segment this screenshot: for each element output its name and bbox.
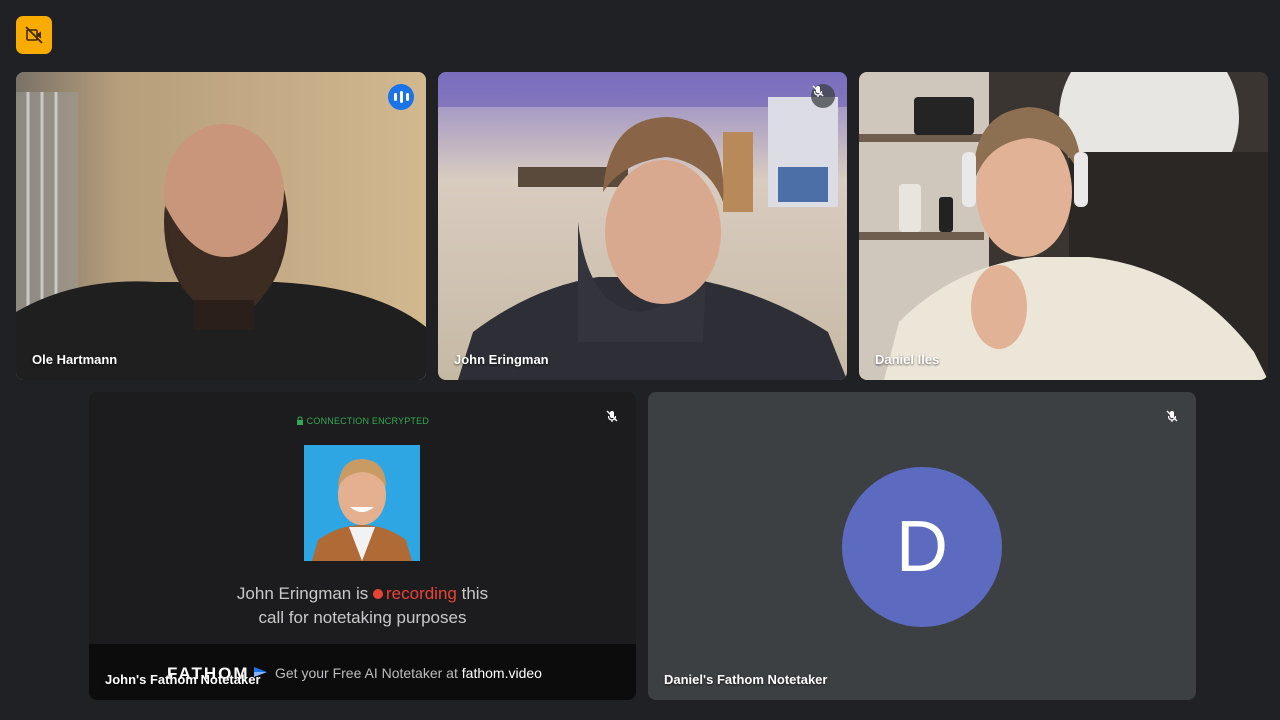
participant-name: Daniel's Fathom Notetaker xyxy=(664,672,828,687)
notetaker-avatar-photo xyxy=(304,445,420,561)
participant-tile-daniel-iles[interactable]: Daniel Iles xyxy=(859,72,1268,380)
lock-icon xyxy=(296,416,303,425)
participant-name: Ole Hartmann xyxy=(32,352,118,367)
fathom-link[interactable]: fathom.video xyxy=(462,665,542,681)
participant-tile-john-eringman[interactable]: John Eringman xyxy=(438,72,847,380)
fathom-cta: Get your Free AI Notetaker at fathom.vid… xyxy=(275,665,542,681)
recording-notice-line2: call for notetaking purposes xyxy=(258,608,467,627)
recording-word: recording xyxy=(386,584,457,603)
recording-notice-prefix: John Eringman is xyxy=(236,584,369,603)
participant-tile-daniels-fathom-notetaker[interactable]: D Daniel's Fathom Notetaker xyxy=(648,392,1196,700)
recording-notice: John Eringman is recording this call for… xyxy=(89,582,636,630)
video-feed xyxy=(438,72,847,380)
participant-tile-johns-fathom-notetaker[interactable]: CONNECTION ENCRYPTED John Eringman is re… xyxy=(89,392,636,700)
no-camera-icon xyxy=(25,26,43,44)
participant-name: John Eringman xyxy=(454,352,549,367)
video-feed xyxy=(859,72,1268,380)
participant-name: John's Fathom Notetaker xyxy=(105,672,261,687)
mic-off-icon xyxy=(1160,404,1184,428)
avatar: D xyxy=(842,467,1002,627)
mic-off-icon xyxy=(600,404,624,428)
mic-off-icon xyxy=(811,84,835,108)
recording-notice-suffix: this xyxy=(461,584,489,603)
participant-tile-ole-hartmann[interactable]: Ole Hartmann xyxy=(16,72,426,380)
camera-off-badge[interactable] xyxy=(16,16,52,54)
video-feed xyxy=(16,72,426,380)
audio-level-icon xyxy=(388,84,414,110)
encryption-label: CONNECTION ENCRYPTED xyxy=(306,416,430,426)
recording-dot-icon xyxy=(373,589,383,599)
fathom-cta-text: Get your Free AI Notetaker at xyxy=(275,665,458,681)
encryption-status: CONNECTION ENCRYPTED xyxy=(89,416,636,426)
participant-name: Daniel Iles xyxy=(875,352,940,367)
